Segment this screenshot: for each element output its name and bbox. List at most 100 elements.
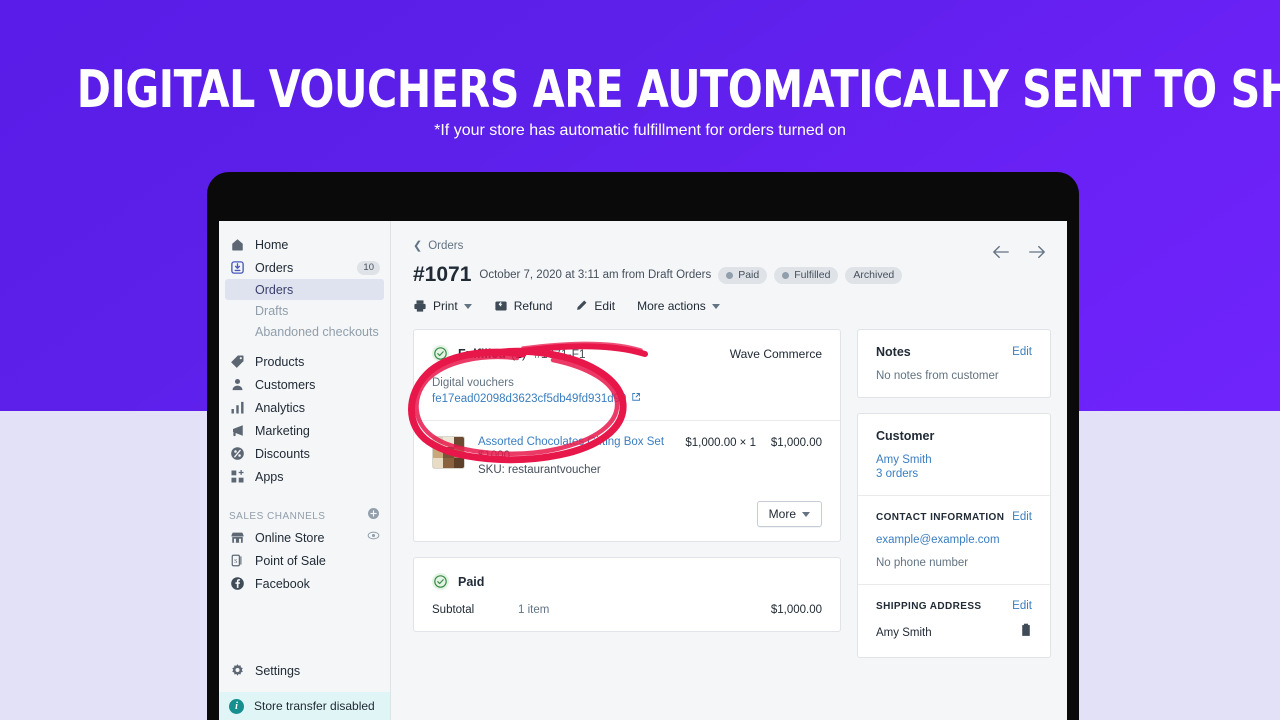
line-item-total: $1,000.00 [770,437,822,449]
fulfillment-location: Wave Commerce [729,346,822,361]
facebook-icon [229,576,245,592]
customer-title: Customer [876,429,935,443]
subtotal-item-count: 1 item [518,604,550,616]
person-icon [229,377,245,393]
sidebar-item-settings[interactable]: Settings [219,659,390,682]
sidebar-item-apps[interactable]: Apps [219,465,390,488]
orders-icon [229,260,245,276]
chevron-down-icon [711,303,720,309]
status-badge-label: Fulfilled [794,269,831,281]
customer-phone: No phone number [876,557,969,569]
payment-status-label: Paid [458,574,485,589]
tag-icon [229,354,245,370]
store-icon [229,530,245,546]
contact-information-section: CONTACT INFORMATION Edit example@example… [858,495,1050,584]
status-badge-label: Paid [738,269,760,281]
order-main-column: Fulfilled (1) #1071-F1 Wave Commerce Dig… [413,329,841,673]
sidebar-label: Facebook [255,576,310,591]
fulfillment-status-label: Fulfilled [458,346,506,361]
sidebar-label: Point of Sale [255,553,326,568]
bar-chart-icon [229,400,245,416]
product-name-link[interactable]: Assorted Chocolates Gifting Box Set [478,436,675,448]
more-actions-button[interactable]: More actions [637,299,720,313]
breadcrumb[interactable]: ❮ Orders [413,239,1046,253]
voucher-code: fe17ead02098d3623cf5db49fd931d90 [432,392,627,405]
previous-order-arrow-icon[interactable] [992,245,1010,264]
hero-subheadline: *If your store has automatic fulfillment… [434,122,846,139]
customer-card: Customer Amy Smith 3 orders CONTACT INFO… [857,413,1051,658]
sidebar-label: Orders [255,260,294,275]
customer-section: Customer Amy Smith 3 orders [858,414,1050,495]
sidebar-item-orders[interactable]: Orders 10 [219,256,390,279]
sidebar-subitem-drafts[interactable]: Drafts [225,300,384,321]
eye-icon[interactable] [367,529,380,547]
orders-count-badge: 10 [357,260,380,275]
sidebar-label: Settings [255,663,301,678]
sidebar-item-products[interactable]: Products [219,350,390,373]
copy-icon[interactable] [1020,623,1032,642]
contact-header: CONTACT INFORMATION Edit [876,511,1032,523]
main-content: ❮ Orders #1071 October 7, 2020 at 3:11 a… [391,221,1067,720]
printer-icon [413,299,427,313]
shipping-name-row: Amy Smith [876,623,1032,642]
sidebar-subitem-orders[interactable]: Orders [225,279,384,300]
refund-button[interactable]: Refund [494,299,553,313]
sidebar-label: Marketing [255,423,310,438]
order-title-row: #1071 October 7, 2020 at 3:11 am from Dr… [413,263,1046,287]
subtotal-amount: $1,000.00 [770,604,822,616]
sidebar-item-home[interactable]: Home [219,233,390,256]
payment-section: Paid Subtotal 1 item $1,000.00 [414,558,840,631]
chevron-left-icon: ❮ [413,240,423,252]
sidebar-item-customers[interactable]: Customers [219,373,390,396]
sidebar-item-marketing[interactable]: Marketing [219,419,390,442]
voucher-code-link[interactable]: fe17ead02098d3623cf5db49fd931d90 [432,392,822,405]
order-meta: October 7, 2020 at 3:11 am from Draft Or… [479,269,712,281]
status-dot [726,271,734,279]
order-number: #1071 [413,263,472,286]
refund-label: Refund [513,299,553,313]
add-channel-icon[interactable] [367,507,380,525]
shipping-edit-link[interactable]: Edit [1012,600,1032,612]
edit-button[interactable]: Edit [574,299,615,313]
notes-edit-link[interactable]: Edit [1012,346,1032,358]
check-circle-icon [432,345,449,362]
customer-orders-link[interactable]: 3 orders [876,468,1032,480]
order-side-column: Notes Edit No notes from customer Custom… [857,329,1051,673]
line-item: Assorted Chocolates Gifting Box Set $100… [432,436,822,476]
sidebar-label: Products [255,354,305,369]
next-order-arrow-icon[interactable] [1028,245,1046,264]
sidebar-sublabel: Drafts [255,303,289,318]
sidebar-nav: Home Orders 10 Orders Drafts Abandoned c… [219,221,390,595]
sidebar-settings-wrap: Settings [219,659,390,682]
sidebar-label: Analytics [255,400,306,415]
customer-email-link[interactable]: example@example.com [876,534,1032,546]
discount-icon [229,446,245,462]
sidebar-item-online-store[interactable]: Online Store [219,526,390,549]
customer-name-link[interactable]: Amy Smith [876,454,1032,466]
notes-title: Notes [876,345,911,359]
contact-edit-link[interactable]: Edit [1012,511,1032,523]
sidebar-sublabel: Abandoned checkouts [255,324,379,339]
info-icon: i [229,698,244,714]
chevron-down-icon [463,303,472,309]
external-link-icon [631,392,641,405]
sidebar-item-point-of-sale[interactable]: S Point of Sale [219,549,390,572]
product-variant: $1000 [478,450,510,462]
sidebar-item-discounts[interactable]: Discounts [219,442,390,465]
contact-title: CONTACT INFORMATION [876,511,1005,523]
fulfillment-count: (1) [510,346,527,361]
print-button[interactable]: Print [413,299,472,313]
more-button[interactable]: More [756,501,822,527]
chevron-down-icon [802,511,810,517]
product-sku: SKU: restaurantvoucher [478,464,601,476]
sales-channels-header: SALES CHANNELS [219,506,390,526]
voucher-section-label: Digital vouchers [432,377,514,389]
store-transfer-banner[interactable]: i Store transfer disabled [219,692,390,720]
store-transfer-label: Store transfer disabled [254,699,375,713]
print-label: Print [433,299,458,313]
status-badge-archived: Archived [845,266,903,284]
sidebar-subitem-abandoned-checkouts[interactable]: Abandoned checkouts [225,321,384,342]
sidebar-item-analytics[interactable]: Analytics [219,396,390,419]
status-badge-label: Archived [853,269,895,281]
sidebar-item-facebook[interactable]: Facebook [219,572,390,595]
